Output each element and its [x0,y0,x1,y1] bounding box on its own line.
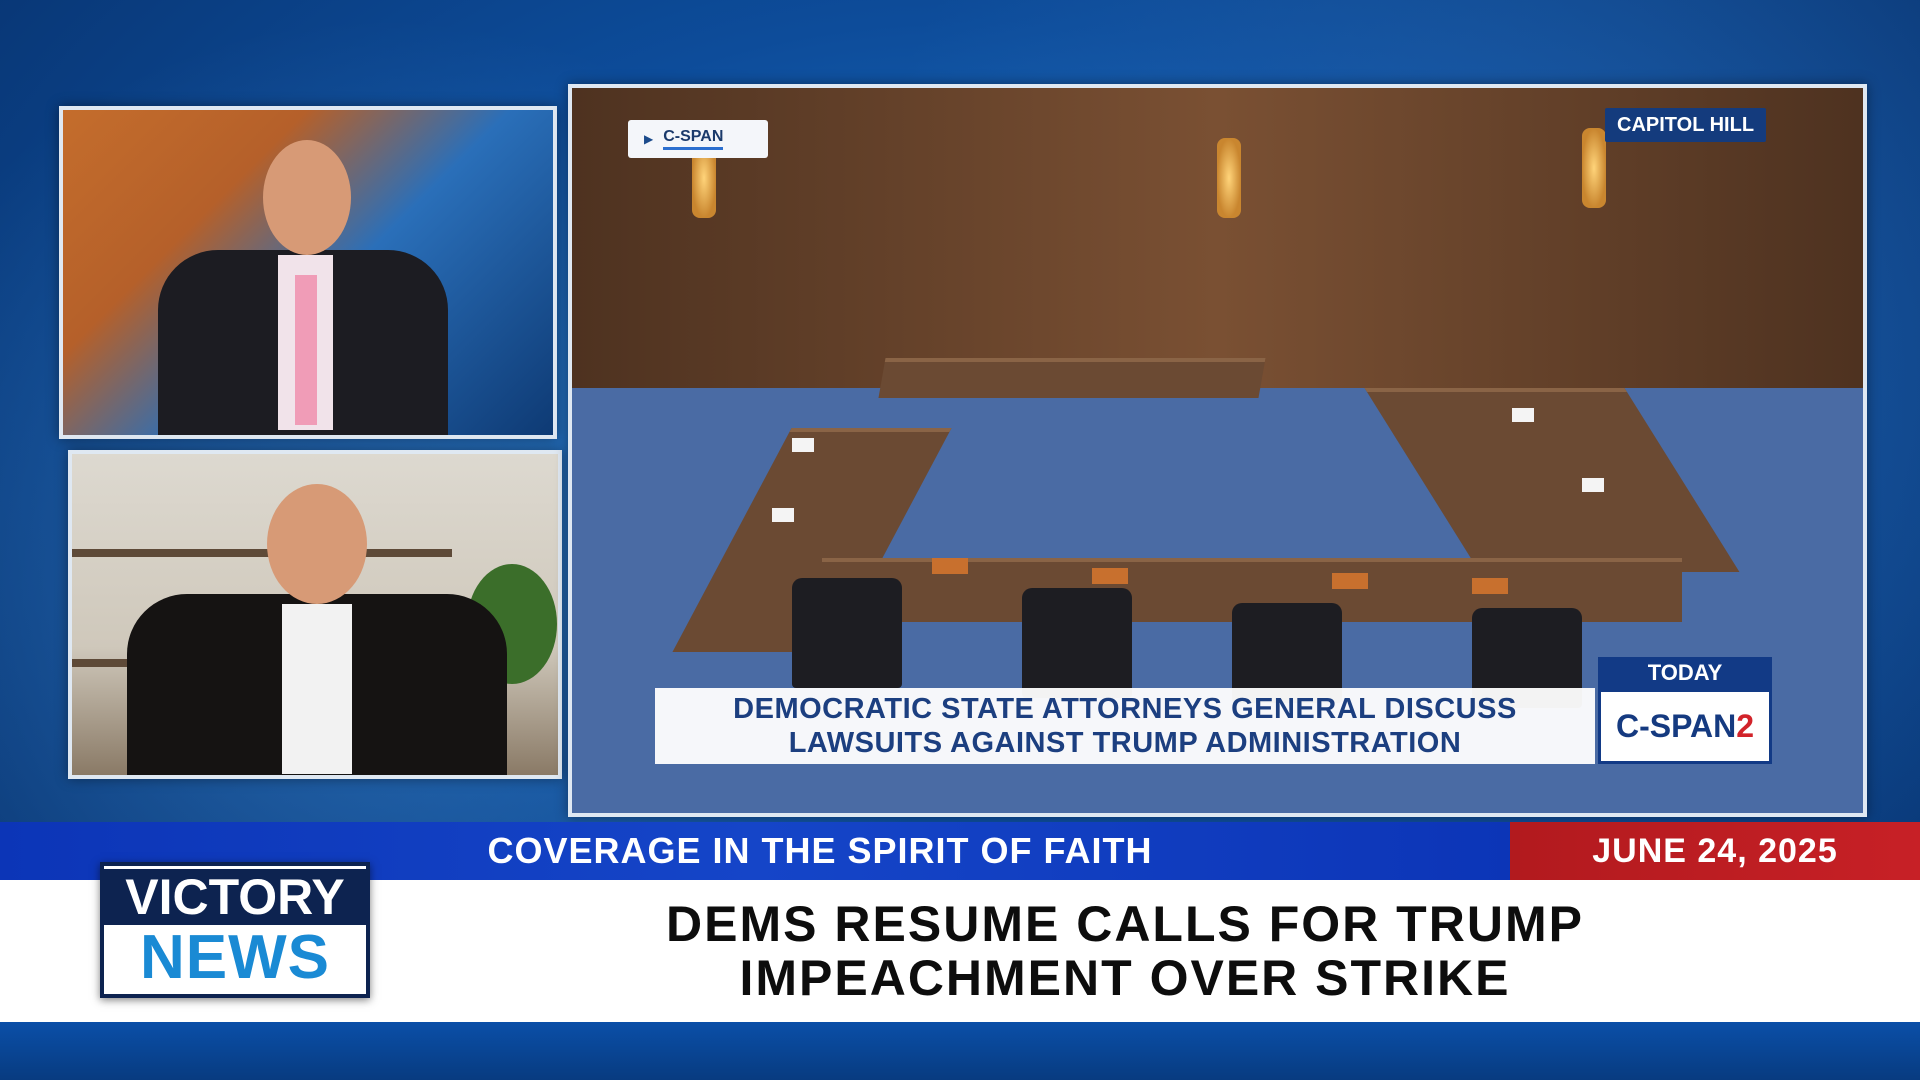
today-tag: TODAY [1598,657,1772,689]
host-video-panel [59,106,557,439]
name-placard [772,508,794,522]
logo-line1: VICTORY [104,869,366,925]
date-bar: JUNE 24, 2025 [1510,822,1920,880]
mic-base [1092,568,1128,584]
guest-shirt [282,604,352,774]
date-text: JUNE 24, 2025 [1592,831,1838,870]
host-head [263,140,351,255]
desk [878,358,1266,398]
cspan2-logo-number: 2 [1736,708,1755,744]
guest-video-panel [68,450,562,779]
chair [1022,588,1132,698]
bookshelf [72,549,452,557]
hearing-chyron-line2: LAWSUITS AGAINST TRUMP ADMINISTRATION [788,727,1462,759]
wall-lamp [1582,128,1606,208]
story-headline-line1: DEMS RESUME CALLS FOR TRUMP [666,896,1584,952]
hearing-chyron: DEMOCRATIC STATE ATTORNEYS GENERAL DISCU… [655,688,1595,764]
host-tie [295,275,317,425]
play-icon: ▶ [644,132,654,146]
bottom-strip [0,1022,1920,1080]
story-headline-line2: IMPEACHMENT OVER STRIKE [739,950,1511,1006]
hearing-chyron-line1: DEMOCRATIC STATE ATTORNEYS GENERAL DISCU… [733,693,1517,725]
wall-lamp [1217,138,1241,218]
name-placard [792,438,814,452]
mic-base [1332,573,1368,589]
cspan-source-bug: ▶ C-SPAN [628,120,768,158]
tagline-text: COVERAGE IN THE SPIRIT OF FAITH [487,830,1153,871]
location-tag: CAPITOL HILL [1605,108,1767,142]
name-placard [1582,478,1604,492]
chair [792,578,902,688]
cspan2-logo-text: C-SPAN [1615,708,1737,744]
logo-line2: NEWS [140,923,330,992]
guest-head [267,484,367,604]
cspan2-logo: C-SPAN 2 [1598,689,1772,764]
victory-news-logo: VICTORY NEWS [100,862,370,998]
mic-base [1472,578,1508,594]
name-placard [1512,408,1534,422]
cspan-source-label: C-SPAN [663,128,724,150]
mic-base [932,558,968,574]
